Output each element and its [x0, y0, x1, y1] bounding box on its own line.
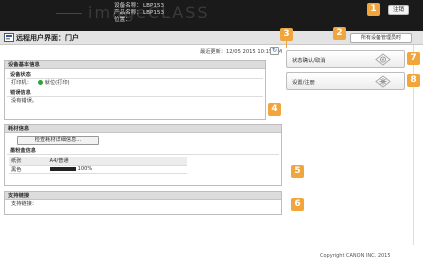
callout-5: 5: [291, 165, 304, 178]
printer-status-row: 打印机： 就位(打印): [5, 79, 265, 87]
eye-icon: [375, 53, 391, 66]
status-ok-icon: [37, 80, 43, 85]
toner-level: 100%: [77, 166, 93, 172]
paper-value: A4/普通: [47, 157, 187, 166]
copyright: Copyright CANON INC. 2015: [320, 253, 391, 259]
device-name-value: LBP153: [143, 3, 165, 9]
callout-7: 7: [407, 52, 420, 65]
support-link[interactable]: 支持链接：: [5, 200, 281, 208]
logout-button[interactable]: 注销: [388, 5, 409, 15]
check-consumables-button[interactable]: 检查耗材详细信息...: [17, 136, 99, 145]
callout-1: 1: [367, 3, 380, 16]
printer-status: 就位(打印): [44, 80, 70, 86]
page-title: 远程用户界面：门户: [16, 34, 79, 42]
support-panel: 支持链接 支持链接：: [4, 191, 282, 215]
toner-info-subheader: 墨粉盒信息: [7, 148, 279, 155]
support-header: 支持链接: [5, 192, 281, 200]
refresh-icon[interactable]: ↻: [270, 47, 279, 55]
callout-8: 8: [407, 74, 420, 87]
toner-color: 黑色: [9, 165, 48, 174]
callout-3: 3: [280, 28, 293, 41]
error-info-subheader: 错误信息: [7, 90, 263, 97]
error-message: 没有错误。: [11, 98, 37, 104]
callout-6: 6: [291, 198, 304, 211]
table-row: 纸张 A4/普通: [9, 157, 187, 166]
status-monitor-button[interactable]: 状态确认/取消: [286, 50, 405, 68]
toner-level-bar: [49, 166, 76, 171]
location-label: 位置：: [114, 17, 131, 23]
device-status-panel: 设备基本信息 设备状态 打印机： 就位(打印) 错误信息 没有错误。: [4, 60, 266, 120]
product-name-label: 产品名称：: [114, 10, 142, 16]
consumables-header: 耗材信息: [5, 125, 281, 133]
device-status-header: 设备基本信息: [5, 61, 265, 69]
settings-icon: [375, 75, 391, 88]
product-name-value: LBP153: [143, 10, 165, 16]
paper-label: 纸张: [9, 157, 48, 166]
status-monitor-label: 状态确认/取消: [292, 58, 326, 64]
callout-2: 2: [333, 27, 346, 40]
title-bar: 远程用户界面：门户 所有设备管理员时: [0, 31, 423, 45]
toner-table: 纸张 A4/普通 黑色 100%: [9, 157, 187, 174]
top-header: imageCLASS 设备名称：LBP153 产品名称：LBP153 位置： 注…: [0, 0, 423, 31]
settings-label: 设置/注册: [292, 80, 315, 86]
mail-admin-button[interactable]: 所有设备管理员时: [350, 33, 412, 43]
table-row: 黑色 100%: [9, 165, 187, 174]
printer-label: 打印机：: [11, 80, 32, 86]
callout-3-leader: [286, 41, 287, 48]
settings-button[interactable]: 设置/注册: [286, 72, 405, 90]
device-name-label: 设备名称：: [114, 3, 142, 9]
consumables-panel: 耗材信息 检查耗材详细信息... 墨粉盒信息 纸张 A4/普通 黑色 100%: [4, 124, 282, 186]
portal-icon: [4, 33, 14, 42]
device-state-subheader: 设备状态: [7, 72, 263, 79]
callout-4: 4: [268, 103, 281, 116]
device-info: 设备名称：LBP153 产品名称：LBP153 位置：: [114, 3, 164, 24]
